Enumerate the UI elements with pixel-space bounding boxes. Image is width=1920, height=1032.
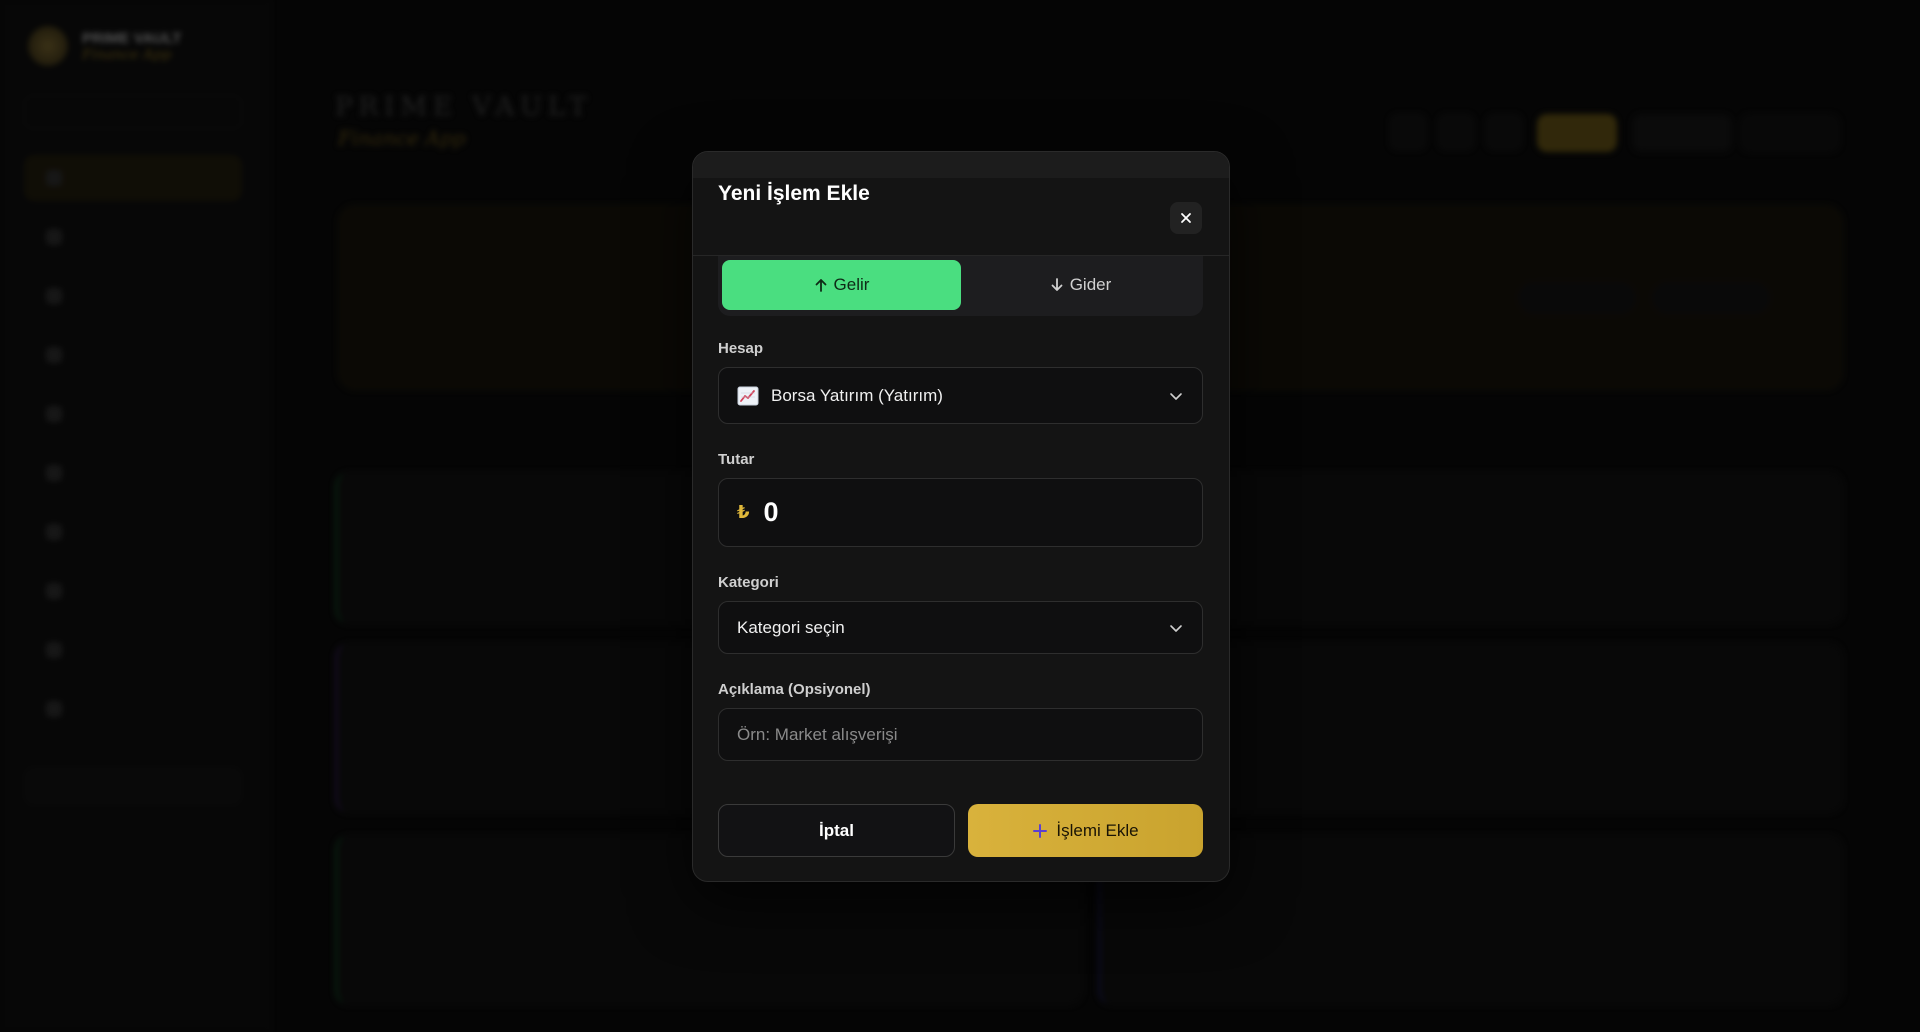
add-transaction-button[interactable]: İşlemi Ekle [968, 804, 1203, 857]
description-label: Açıklama (Opsiyonel) [718, 681, 871, 698]
currency-symbol: ₺ [737, 502, 750, 522]
amount-field: ₺ [718, 478, 1203, 547]
description-field [718, 708, 1203, 761]
close-button[interactable] [1170, 202, 1202, 234]
arrow-up-icon [815, 279, 826, 292]
cancel-button[interactable]: İptal [718, 804, 955, 857]
account-label: Hesap [718, 340, 764, 357]
amount-label: Tutar [718, 451, 755, 468]
arrow-down-icon [1051, 278, 1063, 291]
transaction-type-toggle: Gelir Gider [718, 256, 1203, 316]
plus-icon [1033, 823, 1048, 838]
income-label: Gelir [833, 275, 870, 294]
close-icon [1181, 213, 1191, 223]
expense-label: Gider [1069, 275, 1112, 294]
add-transaction-modal: Yeni İşlem Ekle Gelir Gider Hesap Borsa … [692, 151, 1230, 882]
modal-scroll-edge [693, 152, 1229, 178]
chart-increasing-icon [737, 386, 759, 405]
category-select[interactable]: Kategori seçin [718, 601, 1203, 654]
account-select[interactable]: Borsa Yatırım (Yatırım) [718, 367, 1203, 424]
description-input[interactable] [737, 724, 1184, 745]
chevron-down-icon [1170, 624, 1182, 632]
add-transaction-label: İşlemi Ekle [1056, 820, 1139, 840]
income-toggle-button[interactable]: Gelir [722, 260, 961, 310]
category-label: Kategori [718, 574, 779, 591]
modal-title: Yeni İşlem Ekle [718, 182, 870, 205]
category-select-value: Kategori seçin [737, 617, 845, 637]
amount-input[interactable] [763, 497, 1184, 528]
chevron-down-icon [1170, 392, 1182, 400]
account-select-value: Borsa Yatırım (Yatırım) [771, 385, 943, 405]
expense-toggle-button[interactable]: Gider [961, 260, 1200, 310]
